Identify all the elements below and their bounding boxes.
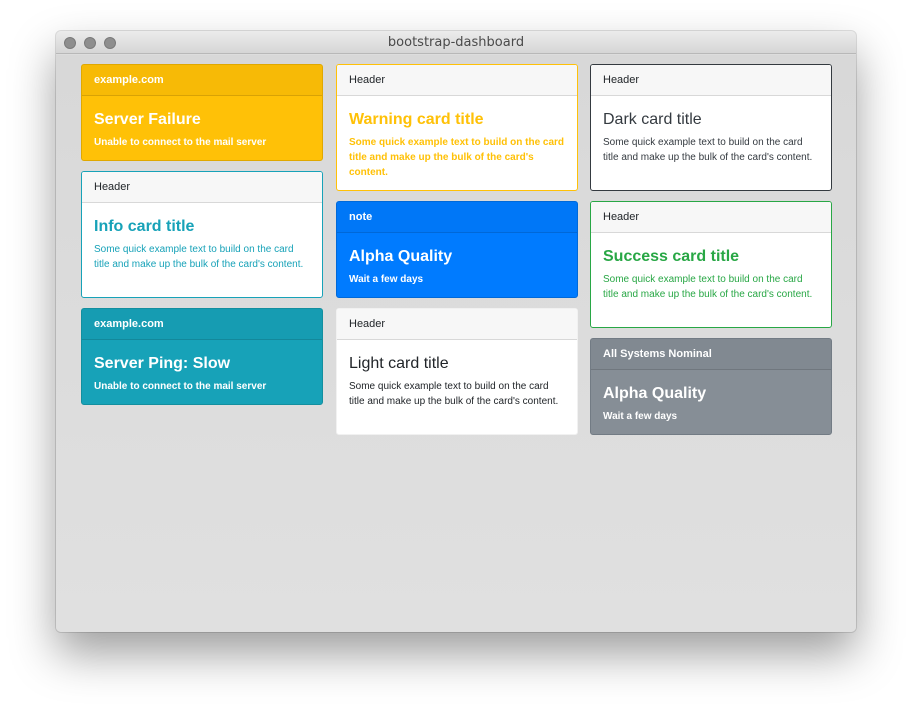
card-header: example.com [82,309,322,340]
app-window: bootstrap-dashboard example.com Server F… [56,31,856,632]
card-title: Light card title [349,355,449,372]
card-header: All Systems Nominal [591,339,831,370]
server-ping-card: example.com Server Ping: Slow Unable to … [81,308,323,405]
card-text: Wait a few days [349,274,424,285]
card-title: Warning card title [349,111,484,128]
card-text: Some quick example text to build on the … [94,244,304,270]
card-title: Server Failure [94,111,201,128]
card-header: note [337,202,577,233]
title-bar[interactable]: bootstrap-dashboard [56,31,856,54]
card-text: Some quick example text to build on the … [603,137,813,163]
info-card: Header Info card title Some quick exampl… [81,171,323,298]
server-failure-card: example.com Server Failure Unable to con… [81,64,323,161]
card-title: Server Ping: Slow [94,355,231,372]
card-header: Header [591,202,831,233]
card-header: Header [82,172,322,203]
light-card: Header Light card title Some quick examp… [336,308,578,435]
systems-nominal-card: All Systems Nominal Alpha Quality Wait a… [590,338,832,435]
card-header: Header [337,309,577,340]
card-text: Wait a few days [603,411,678,422]
dark-card: Header Dark card title Some quick exampl… [590,64,832,191]
card-text: Some quick example text to build on the … [349,381,559,407]
card-text: Some quick example text to build on the … [349,137,565,178]
dashboard-content: example.com Server Failure Unable to con… [56,55,856,632]
card-title: Alpha Quality [349,248,453,265]
card-title: Dark card title [603,111,702,128]
card-title: Alpha Quality [603,385,707,402]
success-card: Header Success card title Some quick exa… [590,201,832,328]
card-header: Header [591,65,831,96]
alpha-note-card: note Alpha Quality Wait a few days [336,201,578,298]
card-header: example.com [82,65,322,96]
warning-card: Header Warning card title Some quick exa… [336,64,578,191]
window-title: bootstrap-dashboard [387,35,525,50]
card-title: Info card title [94,218,195,235]
card-header: Header [337,65,577,96]
card-text: Unable to connect to the mail server [94,381,267,392]
card-text: Unable to connect to the mail server [94,137,267,148]
card-text: Some quick example text to build on the … [603,274,813,300]
card-title: Success card title [603,248,740,265]
